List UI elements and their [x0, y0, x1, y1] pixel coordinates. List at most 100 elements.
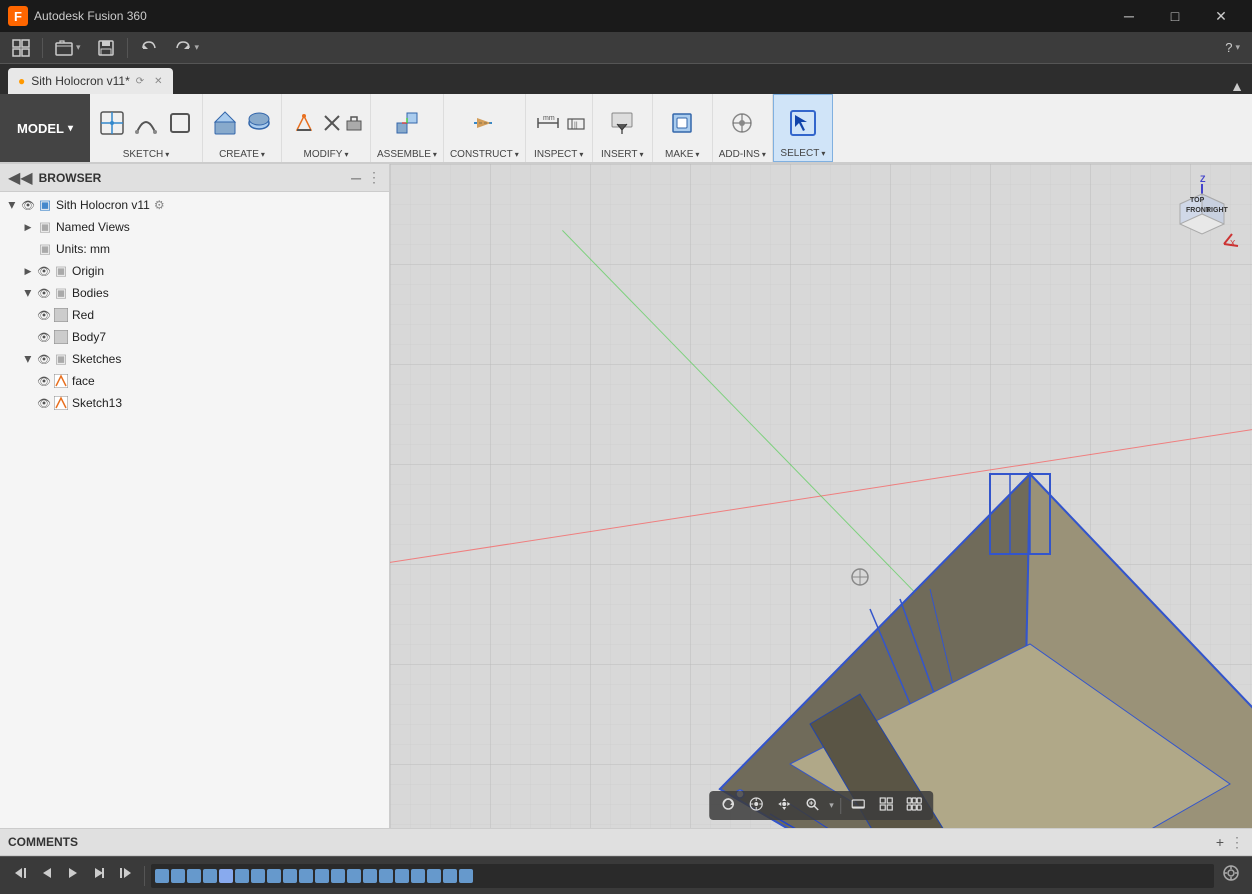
- timeline-play-button[interactable]: [62, 864, 84, 887]
- inspect-label: INSPECT ▾: [534, 149, 583, 160]
- more-display-button[interactable]: [901, 794, 927, 817]
- browser-bodies-item[interactable]: ▶ 👁 ▣ Bodies: [0, 282, 389, 304]
- sketches-arrow[interactable]: ▶: [23, 351, 34, 367]
- tl-keyframe-18[interactable]: [427, 869, 441, 883]
- browser-sketch13-item[interactable]: 👁 Sketch13: [0, 392, 389, 414]
- ribbon-group-addins[interactable]: ADD-INS ▾: [713, 94, 773, 162]
- tl-keyframe-7[interactable]: [251, 869, 265, 883]
- minimize-button[interactable]: ─: [1106, 0, 1152, 32]
- pan-button[interactable]: [771, 794, 797, 817]
- browser-origin-item[interactable]: ▶ 👁 ▣ Origin: [0, 260, 389, 282]
- tl-keyframe-16[interactable]: [395, 869, 409, 883]
- ribbon-group-create[interactable]: CREATE ▾: [203, 94, 282, 162]
- timeline-first-button[interactable]: [8, 863, 32, 888]
- zoom-menu-arrow[interactable]: ▾: [827, 800, 836, 811]
- timeline-last-button[interactable]: [114, 863, 138, 888]
- sketches-folder-icon: ▣: [52, 351, 70, 367]
- comments-add-button[interactable]: +: [1216, 834, 1224, 850]
- tl-keyframe-13[interactable]: [347, 869, 361, 883]
- maximize-button[interactable]: □: [1152, 0, 1198, 32]
- tab-collapse-button[interactable]: ▲: [1230, 78, 1252, 94]
- tl-keyframe-1[interactable]: [155, 869, 169, 883]
- origin-arrow[interactable]: ▶: [20, 266, 36, 277]
- help-button[interactable]: ? ▾: [1219, 35, 1246, 61]
- ribbon-group-modify[interactable]: MODIFY ▾: [282, 94, 371, 162]
- sketch-icon-1: [96, 107, 128, 139]
- zoom-button[interactable]: [799, 794, 825, 817]
- tl-keyframe-5[interactable]: [219, 869, 233, 883]
- origin-visibility-icon[interactable]: 👁: [36, 265, 52, 278]
- red-visibility-icon[interactable]: 👁: [36, 309, 52, 322]
- tl-keyframe-12[interactable]: [331, 869, 345, 883]
- root-visibility-icon[interactable]: 👁: [20, 199, 36, 212]
- named-views-arrow[interactable]: ▶: [20, 222, 36, 233]
- timeline-next-button[interactable]: [88, 864, 110, 887]
- navigation-cube[interactable]: Z FRONT RIGHT TOP X: [1162, 174, 1242, 254]
- ribbon-group-inspect[interactable]: mm || INSPECT ▾: [526, 94, 593, 162]
- tl-keyframe-11[interactable]: [315, 869, 329, 883]
- body7-visibility-icon[interactable]: 👁: [36, 331, 52, 344]
- grid-toggle-button[interactable]: [6, 35, 36, 61]
- tl-keyframe-19[interactable]: [443, 869, 457, 883]
- viewport[interactable]: Z FRONT RIGHT TOP X: [390, 164, 1252, 828]
- browser-nav: ◀◀: [8, 168, 33, 188]
- help-arrow: ▾: [1235, 42, 1240, 53]
- root-expand-arrow[interactable]: ▶: [7, 197, 18, 213]
- tl-keyframe-14[interactable]: [363, 869, 377, 883]
- tl-keyframe-9[interactable]: [283, 869, 297, 883]
- browser-named-views-item[interactable]: ▶ ▣ Named Views: [0, 216, 389, 238]
- tl-keyframe-20[interactable]: [459, 869, 473, 883]
- tl-keyframe-3[interactable]: [187, 869, 201, 883]
- tl-keyframe-4[interactable]: [203, 869, 217, 883]
- sketch-icon-2: [130, 107, 162, 139]
- timeline-settings-button[interactable]: [1218, 864, 1244, 887]
- sketch13-visibility-icon[interactable]: 👁: [36, 397, 52, 410]
- ribbon-group-construct[interactable]: CONSTRUCT ▾: [444, 94, 526, 162]
- orbit-button[interactable]: [715, 794, 741, 817]
- tab-close-button[interactable]: ✕: [154, 76, 162, 87]
- units-label: Units: mm: [56, 242, 110, 256]
- ribbon-group-make[interactable]: MAKE ▾: [653, 94, 713, 162]
- face-visibility-icon[interactable]: 👁: [36, 375, 52, 388]
- tl-keyframe-15[interactable]: [379, 869, 393, 883]
- ribbon-group-sketch[interactable]: SKETCH ▾: [90, 94, 203, 162]
- tl-keyframe-8[interactable]: [267, 869, 281, 883]
- browser-resize-handle[interactable]: ⋮: [367, 169, 381, 186]
- undo-button[interactable]: [134, 35, 164, 61]
- ribbon-group-assemble[interactable]: ASSEMBLE ▾: [371, 94, 444, 162]
- redo-button[interactable]: ▾: [168, 35, 206, 61]
- bodies-visibility-icon[interactable]: 👁: [36, 287, 52, 300]
- grid-display-button[interactable]: [873, 794, 899, 817]
- model-dropdown-button[interactable]: MODEL ▾: [0, 94, 90, 162]
- display-settings-button[interactable]: [845, 794, 871, 817]
- open-button[interactable]: ▾: [49, 35, 87, 61]
- nav-back-button[interactable]: ◀◀: [8, 168, 33, 188]
- sketches-visibility-icon[interactable]: 👁: [36, 353, 52, 366]
- look-at-button[interactable]: [743, 794, 769, 817]
- document-tab[interactable]: ● Sith Holocron v11* ⟳ ✕: [8, 68, 173, 94]
- tl-keyframe-2[interactable]: [171, 869, 185, 883]
- create-icon-2: [243, 107, 275, 139]
- comments-resize-handle[interactable]: ⋮: [1230, 834, 1244, 851]
- select-arrow: ▾: [821, 149, 825, 158]
- tl-separator-1: [144, 866, 145, 886]
- browser-face-item[interactable]: 👁 face: [0, 370, 389, 392]
- timeline-prev-button[interactable]: [36, 864, 58, 887]
- browser-body7-item[interactable]: 👁 Body7: [0, 326, 389, 348]
- browser-collapse-button[interactable]: ─: [351, 170, 361, 186]
- root-folder-icon: ▣: [36, 197, 54, 213]
- tl-keyframe-6[interactable]: [235, 869, 249, 883]
- root-settings-icon[interactable]: ⚙: [154, 198, 165, 212]
- tl-keyframe-17[interactable]: [411, 869, 425, 883]
- browser-red-item[interactable]: 👁 Red: [0, 304, 389, 326]
- ribbon-group-insert[interactable]: INSERT ▾: [593, 94, 653, 162]
- timeline-track[interactable]: [151, 864, 1214, 888]
- close-button[interactable]: ✕: [1198, 0, 1244, 32]
- browser-root-item[interactable]: ▶ 👁 ▣ Sith Holocron v11 ⚙: [0, 194, 389, 216]
- tl-keyframe-10[interactable]: [299, 869, 313, 883]
- browser-sketches-item[interactable]: ▶ 👁 ▣ Sketches: [0, 348, 389, 370]
- bodies-arrow[interactable]: ▶: [23, 285, 34, 301]
- ribbon-group-select[interactable]: SELECT ▾: [773, 94, 833, 162]
- save-button[interactable]: [91, 35, 121, 61]
- sketch-label: SKETCH ▾: [123, 149, 170, 160]
